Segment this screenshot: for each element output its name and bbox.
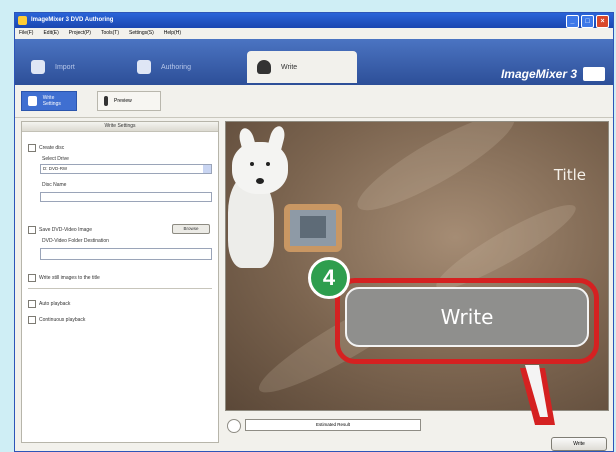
write-button[interactable]: Write — [551, 437, 607, 451]
bottom-bar: Estimated Result Write — [225, 415, 609, 451]
callout-label: Write — [345, 287, 589, 347]
callout-pointer — [520, 365, 555, 425]
status-icon — [227, 419, 241, 433]
estimated-result-field: Estimated Result — [245, 419, 421, 431]
step-number-badge: 4 — [308, 257, 350, 299]
app-window: ImageMixer 3 DVD Authoring _ □ × File(F)… — [14, 12, 614, 452]
